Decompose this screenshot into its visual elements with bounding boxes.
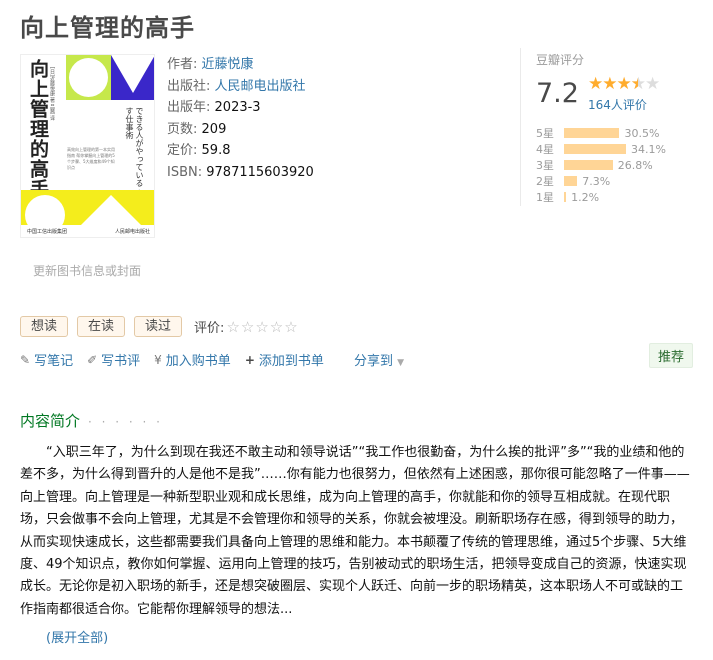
cover-publisher-strip: 中国工信出版集团 人民邮电出版社 (21, 225, 154, 237)
action-bar: ✎ 写笔记 ✐ 写书评 ¥ 加入购书单 + 添加到书单 (20, 350, 338, 370)
rating-bar (564, 128, 620, 138)
rating-distribution: 5星 30.5% 4星 34.1% 3星 26.8% 2星 7.3% 1星 1.2% (536, 125, 666, 205)
rating-bar (564, 160, 613, 170)
rating-percent: 26.8% (617, 158, 653, 172)
rating-header: 豆瓣评分 (536, 53, 585, 67)
read-button[interactable]: 读过 (134, 316, 183, 337)
book-cover[interactable]: 向上管理的高手 [日]近藤悦康 著 吕茜 译 できる人がやっている 上司を動かす… (20, 54, 155, 238)
year-value: 2023-3 (214, 100, 261, 115)
cover-author-line: [日]近藤悦康 著 吕茜 译 (49, 67, 55, 121)
cover-triangle-shape (111, 55, 154, 93)
chevron-down-icon: ▼ (397, 358, 405, 368)
rating-percent: 1.2% (571, 190, 600, 204)
rating-percent: 34.1% (631, 142, 666, 156)
write-note-button[interactable]: ✎ 写笔记 (20, 350, 73, 370)
add-cart-button[interactable]: ¥ 加入购书单 (154, 350, 231, 370)
write-review-button[interactable]: ✐ 写书评 (87, 350, 140, 370)
rating-row: 2星 7.3% (536, 173, 666, 189)
rating-percent: 30.5% (624, 126, 660, 140)
rating-row-label: 1星 (536, 191, 554, 204)
isbn-label: ISBN: (167, 164, 203, 180)
rating-row: 1星 1.2% (536, 189, 666, 205)
heading-dots: · · · · · · (88, 415, 163, 429)
want-read-button[interactable]: 想读 (20, 316, 69, 337)
yen-icon: ¥ (154, 352, 162, 367)
year-label: 出版年: (167, 100, 211, 115)
publisher-label: 出版社: (167, 78, 211, 94)
cover-chevron-shape (81, 195, 141, 225)
expand-all-link[interactable]: (展开全部) (46, 627, 108, 646)
rating-row: 3星 26.8% (536, 157, 666, 173)
pages-label: 页数: (167, 121, 198, 137)
rating-bar (564, 144, 626, 154)
intro-heading: 内容简介 · · · · · · (20, 412, 163, 430)
book-info: 作者: 近藤悦康 出版社: 人民邮电出版社 出版年: 2023-3 页数: 20… (167, 54, 314, 183)
author-link[interactable]: 近藤悦康 (202, 57, 254, 72)
pencil-icon: ✎ (20, 352, 31, 367)
isbn-value: 9787115603920 (206, 164, 314, 180)
rating-bar (564, 176, 578, 186)
rating-score: 7.2 (536, 78, 579, 109)
rating-percent: 7.3% (582, 174, 611, 188)
cover-publisher-left: 中国工信出版集团 (27, 229, 68, 235)
add-booklist-button[interactable]: + 添加到书单 (244, 350, 324, 370)
rating-row: 5星 30.5% (536, 125, 666, 141)
reading-button[interactable]: 在读 (77, 316, 126, 337)
publisher-link[interactable]: 人民邮电出版社 (215, 79, 306, 94)
price-label: 定价: (167, 143, 198, 158)
author-label: 作者: (167, 57, 198, 72)
rating-row-label: 2星 (536, 175, 554, 188)
share-dropdown[interactable]: 分享到 ▼ (354, 350, 404, 369)
rating-panel: 豆瓣评分 7.2 ★★★★★★ 164人评价 5星30.5%4星34.1%3星2… (520, 48, 700, 206)
cover-title: 向上管理的高手 (27, 59, 49, 199)
intro-text: “入职三年了，为什么到现在我还不敢主动和领导说话”“我工作也很勤奋，为什么挨的批… (20, 445, 690, 617)
rating-count-link[interactable]: 164人评价 (588, 96, 647, 113)
update-book-info-link[interactable]: 更新图书信息或封面 (33, 262, 141, 279)
rating-bar (564, 192, 567, 202)
star-rating-icon: ★★★★★★ (588, 74, 660, 94)
rate-stars-input[interactable]: ☆☆☆☆☆ (226, 318, 298, 336)
rating-row-label: 3星 (536, 159, 554, 172)
pen-icon: ✐ (87, 352, 98, 367)
rate-label: 评价: (194, 321, 225, 336)
cover-blurb: 高效向上管理的第一本实用指南 帮你掌握向上管理的5个步骤、5大维度和49个知识点 (67, 147, 115, 170)
cover-circle-shape (69, 58, 108, 97)
plus-icon: + (244, 352, 255, 367)
rating-row-label: 5星 (536, 127, 554, 140)
recommend-button[interactable]: 推荐 (649, 343, 694, 368)
price-value: 59.8 (201, 143, 231, 158)
rating-row-label: 4星 (536, 143, 554, 156)
cover-publisher-right: 人民邮电出版社 (114, 229, 150, 235)
rating-row: 4星 34.1% (536, 141, 666, 157)
status-buttons: 想读 在读 读过 评价: ☆☆☆☆☆ (20, 316, 299, 337)
pages-value: 209 (201, 121, 227, 137)
page-title: 向上管理的高手 (20, 14, 195, 42)
